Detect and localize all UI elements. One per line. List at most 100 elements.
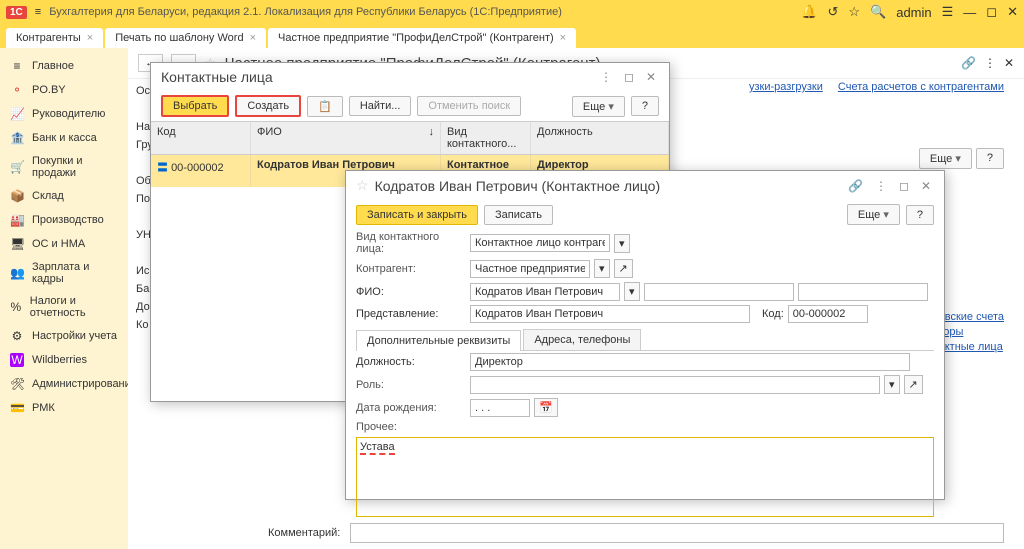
dropdown-icon[interactable]: ▾ bbox=[614, 234, 630, 253]
close-icon[interactable]: ✕ bbox=[643, 70, 659, 84]
fio-input-3[interactable] bbox=[798, 283, 928, 301]
close-icon[interactable]: × bbox=[87, 32, 93, 44]
settings-icon[interactable]: ☰ bbox=[942, 4, 954, 20]
sidebar-item-manager[interactable]: 📈Руководителю bbox=[0, 102, 128, 126]
user-label[interactable]: admin bbox=[896, 5, 931, 20]
help-button[interactable]: ? bbox=[976, 148, 1004, 169]
create-button[interactable]: Создать bbox=[235, 95, 301, 117]
sidebar-item-settings[interactable]: ⚙Настройки учета bbox=[0, 324, 128, 348]
more-icon[interactable]: ⋮ bbox=[597, 70, 615, 84]
sidebar-item-admin[interactable]: 🛠Администрирование bbox=[0, 372, 128, 396]
cancel-find-button[interactable]: Отменить поиск bbox=[417, 96, 521, 116]
dropdown-icon[interactable]: ▾ bbox=[624, 282, 640, 301]
label-representation: Представление: bbox=[356, 308, 438, 320]
minimize-icon[interactable]: — bbox=[963, 5, 976, 20]
sidebar-item-production[interactable]: 🏭Производство bbox=[0, 208, 128, 232]
sidebar-item-warehouse[interactable]: 📦Склад bbox=[0, 184, 128, 208]
open-icon[interactable]: ↗ bbox=[904, 375, 923, 394]
open-icon[interactable]: ↗ bbox=[614, 259, 633, 278]
more-button[interactable]: Еще bbox=[847, 204, 900, 225]
sidebar-item-payroll[interactable]: 👥Зарплата и кадры bbox=[0, 256, 128, 290]
counterparty-input[interactable] bbox=[470, 260, 590, 278]
representation-input[interactable] bbox=[470, 305, 750, 323]
link-accounts[interactable]: Счета расчетов с контрагентами bbox=[838, 81, 1004, 93]
sidebar-item-main[interactable]: ≡Главное bbox=[0, 54, 128, 78]
col-position[interactable]: Должность bbox=[531, 122, 669, 154]
tab-addresses[interactable]: Адреса, телефоны bbox=[523, 329, 641, 350]
other-textarea[interactable]: Устава bbox=[356, 437, 934, 517]
copy-button[interactable]: 📋 bbox=[307, 96, 343, 117]
dropdown-icon[interactable]: ▾ bbox=[884, 375, 900, 394]
label-contact-type: Вид контактного лица: bbox=[356, 231, 466, 255]
star-icon[interactable]: ☆ bbox=[848, 4, 860, 20]
tab-counterparty-card[interactable]: Частное предприятие "ПрофиДелСтрой" (Кон… bbox=[268, 28, 576, 48]
label-fio: ФИО: bbox=[356, 286, 384, 298]
link-icon[interactable]: 🔗 bbox=[961, 56, 976, 70]
comment-row: Комментарий: bbox=[268, 523, 1004, 543]
comment-input[interactable] bbox=[350, 523, 1004, 543]
close-icon[interactable]: × bbox=[560, 32, 566, 44]
search-icon[interactable]: 🔍 bbox=[870, 4, 886, 20]
close-icon[interactable]: ✕ bbox=[1004, 56, 1014, 70]
maximize-icon[interactable]: ◻ bbox=[986, 4, 997, 20]
close-icon[interactable]: ✕ bbox=[1007, 4, 1018, 20]
tab-counterparties[interactable]: Контрагенты× bbox=[6, 28, 103, 48]
label-counterparty: Контрагент: bbox=[356, 263, 466, 275]
sidebar-item-bank[interactable]: 🏦Банк и касса bbox=[0, 126, 128, 150]
save-close-button[interactable]: Записать и закрыть bbox=[356, 205, 478, 225]
navigation-sidebar: ≡Главное ⚬PO.BY 📈Руководителю 🏦Банк и ка… bbox=[0, 48, 128, 549]
app-logo: 1C bbox=[6, 6, 27, 19]
col-code[interactable]: Код bbox=[151, 122, 251, 154]
dob-input[interactable] bbox=[470, 399, 530, 417]
select-button[interactable]: Выбрать bbox=[161, 95, 229, 117]
more-button[interactable]: Еще bbox=[919, 148, 972, 169]
col-type[interactable]: Вид контактного... bbox=[441, 122, 531, 154]
label-position: Должность: bbox=[356, 356, 415, 368]
label-dob: Дата рождения: bbox=[356, 402, 466, 414]
titlebar: 1C ≡ Бухгалтерия для Беларуси, редакция … bbox=[0, 0, 1024, 24]
help-button[interactable]: ? bbox=[906, 205, 934, 225]
sidebar-item-sales[interactable]: 🛒Покупки и продажи bbox=[0, 150, 128, 184]
more-icon[interactable]: ⋮ bbox=[872, 179, 890, 193]
maximize-icon[interactable]: ◻ bbox=[896, 179, 912, 193]
home-icon: ≡ bbox=[10, 59, 24, 73]
calendar-icon[interactable]: 📅 bbox=[534, 398, 558, 417]
modal-title: Кодратов Иван Петрович (Контактное лицо) bbox=[375, 178, 839, 194]
history-icon[interactable]: ↺ bbox=[827, 4, 838, 20]
document-tabs: Контрагенты× Печать по шаблону Word× Час… bbox=[0, 24, 1024, 48]
bell-icon[interactable]: 🔔 bbox=[801, 4, 817, 20]
sidebar-item-taxes[interactable]: %Налоги и отчетность bbox=[0, 290, 128, 324]
tab-additional[interactable]: Дополнительные реквизиты bbox=[356, 330, 521, 351]
hamburger-icon[interactable]: ≡ bbox=[35, 6, 41, 18]
label-other: Прочее: bbox=[356, 421, 466, 433]
sidebar-item-rmk[interactable]: 💳РМК bbox=[0, 396, 128, 420]
app-title: Бухгалтерия для Беларуси, редакция 2.1. … bbox=[49, 6, 793, 18]
sidebar-item-wildberries[interactable]: WWildberries bbox=[0, 348, 128, 372]
help-button[interactable]: ? bbox=[631, 96, 659, 116]
contact-type-input[interactable] bbox=[470, 234, 610, 252]
maximize-icon[interactable]: ◻ bbox=[621, 70, 637, 84]
more-icon[interactable]: ⋮ bbox=[984, 56, 996, 70]
code-input[interactable] bbox=[788, 305, 868, 323]
close-icon[interactable]: ✕ bbox=[918, 179, 934, 193]
save-button[interactable]: Записать bbox=[484, 205, 553, 225]
more-button[interactable]: Еще bbox=[572, 96, 625, 117]
tab-word-template[interactable]: Печать по шаблону Word× bbox=[105, 28, 266, 48]
col-fio[interactable]: ФИО ↓ bbox=[251, 122, 441, 154]
dropdown-icon[interactable]: ▾ bbox=[594, 259, 610, 278]
sidebar-item-assets[interactable]: 🖥ОС и НМА bbox=[0, 232, 128, 256]
sidebar-item-poby[interactable]: ⚬PO.BY bbox=[0, 78, 128, 102]
fio-input[interactable] bbox=[470, 283, 620, 301]
close-icon[interactable]: × bbox=[250, 32, 256, 44]
favorite-icon[interactable]: ☆ bbox=[356, 177, 369, 194]
titlebar-icons: 🔔 ↺ ☆ 🔍 admin ☰ — ◻ ✕ bbox=[801, 4, 1018, 20]
grid-header: Код ФИО ↓ Вид контактного... Должность bbox=[151, 121, 669, 155]
link-icon[interactable]: 🔗 bbox=[845, 179, 866, 193]
position-input[interactable] bbox=[470, 353, 910, 371]
fio-input-2[interactable] bbox=[644, 283, 794, 301]
role-input[interactable] bbox=[470, 376, 880, 394]
modal-title: Контактные лица bbox=[161, 69, 591, 85]
label-code: Код: bbox=[762, 308, 784, 320]
find-button[interactable]: Найти... bbox=[349, 96, 412, 116]
link-unloading[interactable]: узки-разгрузки bbox=[749, 81, 823, 93]
